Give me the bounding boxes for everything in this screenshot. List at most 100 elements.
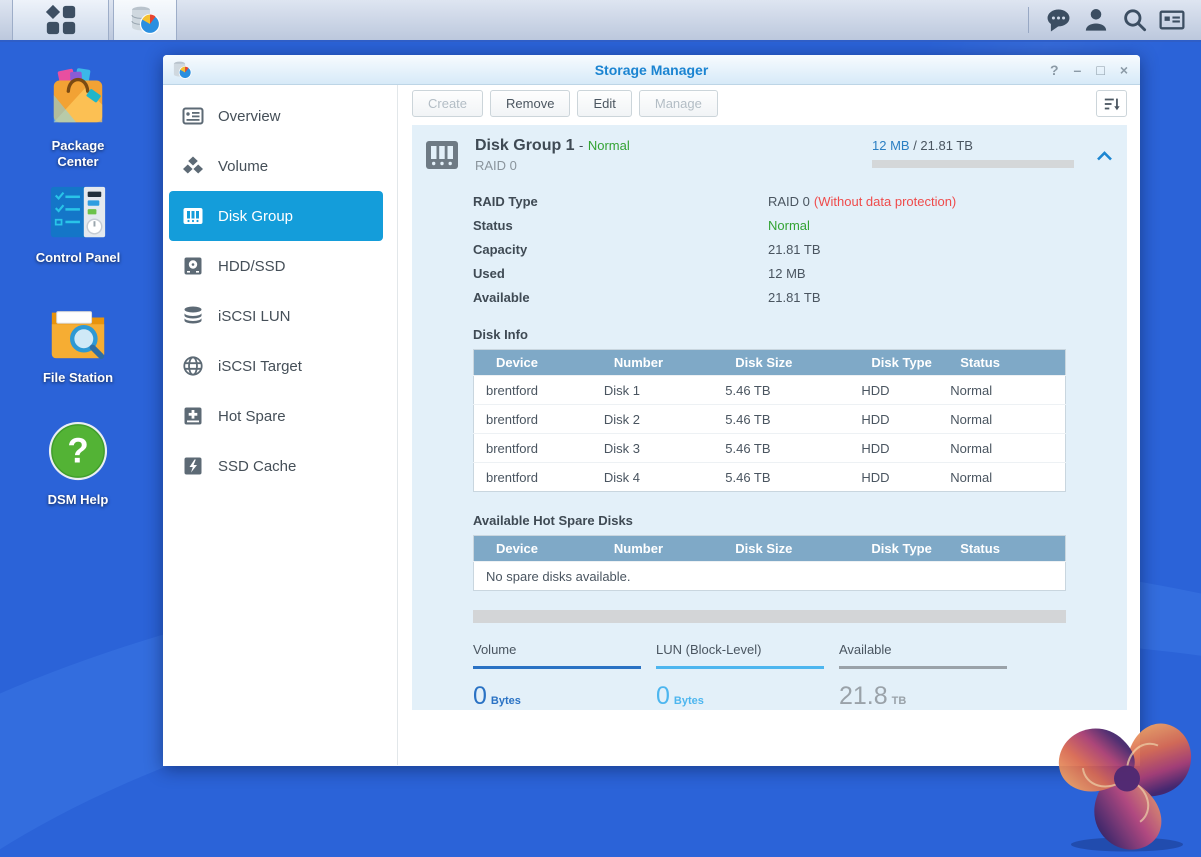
minimize-button[interactable]: – xyxy=(1074,63,1082,77)
desktop-icon-label: DSM Help xyxy=(30,492,126,508)
overview-icon xyxy=(182,105,204,127)
chevron-up-icon xyxy=(1096,150,1113,162)
search-icon xyxy=(1121,7,1148,34)
main-menu-icon xyxy=(44,3,78,37)
allocation-bar xyxy=(473,610,1066,623)
table-row[interactable]: brentford Disk 1 5.46 TB HDD Normal xyxy=(474,376,1066,405)
stat-underline xyxy=(473,666,641,669)
usage-total: 21.81 TB xyxy=(920,138,973,153)
kitguru-watermark xyxy=(1052,700,1201,857)
sidebar-item-label: Overview xyxy=(218,108,281,125)
manage-button[interactable]: Manage xyxy=(639,90,718,117)
sidebar-item-volume[interactable]: Volume xyxy=(169,141,383,191)
control-panel-icon xyxy=(47,184,109,240)
table-header-row: Device Number Disk Size Disk Type Status xyxy=(474,536,1066,562)
help-button[interactable]: ? xyxy=(1050,63,1059,77)
search-button[interactable] xyxy=(1115,0,1153,40)
pilot-view-button[interactable] xyxy=(1153,0,1191,40)
raid-warning: (Without data protection) xyxy=(814,194,956,209)
close-button[interactable]: × xyxy=(1120,63,1128,77)
sidebar-item-iscsi-target[interactable]: iSCSI Target xyxy=(169,341,383,391)
disk-group-icon xyxy=(182,205,204,227)
dsm-help-icon: ? xyxy=(47,420,109,482)
desktop-icon-package-center[interactable]: Package Center xyxy=(30,66,126,171)
table-row[interactable]: brentford Disk 2 5.46 TB HDD Normal xyxy=(474,405,1066,434)
desktop-icon-control-panel[interactable]: Control Panel xyxy=(30,184,126,266)
main-menu-button[interactable] xyxy=(12,0,109,40)
sidebar-item-label: HDD/SSD xyxy=(218,258,286,275)
sidebar-item-label: Volume xyxy=(218,158,268,175)
desktop-icon-label: Control Panel xyxy=(30,250,126,266)
desktop-icon-label: Package Center xyxy=(30,138,126,171)
no-spare-disks-message: No spare disks available. xyxy=(474,562,1066,591)
window-titlebar[interactable]: Storage Manager ? – □ × xyxy=(163,55,1140,85)
disk-group-status: Normal xyxy=(588,138,630,153)
sidebar-item-overview[interactable]: Overview xyxy=(169,91,383,141)
disk-group-details: RAID Type RAID 0 (Without data protectio… xyxy=(473,189,1066,309)
sidebar-item-label: iSCSI LUN xyxy=(218,308,291,325)
sidebar: Overview Volume xyxy=(163,85,398,765)
status-value: Normal xyxy=(768,218,810,233)
desktop-icon-dsm-help[interactable]: ? DSM Help xyxy=(30,420,126,508)
detail-row: Available 21.81 TB xyxy=(473,285,1066,309)
disk-info-title: Disk Info xyxy=(473,327,1066,342)
sidebar-item-label: Hot Spare xyxy=(218,408,286,425)
detail-row: Status Normal xyxy=(473,213,1066,237)
sidebar-item-ssd-cache[interactable]: SSD Cache xyxy=(169,441,383,491)
disk-info-table: Device Number Disk Size Disk Type Status… xyxy=(473,349,1066,492)
remove-button[interactable]: Remove xyxy=(490,90,570,117)
iscsi-target-icon xyxy=(182,355,204,377)
stat-underline xyxy=(656,666,824,669)
storage-manager-task-button[interactable] xyxy=(113,0,177,40)
taskbar-divider xyxy=(1028,7,1029,33)
user-icon xyxy=(1083,7,1109,33)
maximize-button[interactable]: □ xyxy=(1096,63,1104,77)
storage-manager-icon xyxy=(172,60,192,80)
disk-group-header[interactable]: Disk Group 1 - Normal RAID 0 12 MB / 21.… xyxy=(412,137,1127,173)
desktop-icon-file-station[interactable]: File Station xyxy=(30,302,126,386)
create-button[interactable]: Create xyxy=(412,90,483,117)
disk-group-raid-type: RAID 0 xyxy=(475,158,630,173)
notifications-button[interactable] xyxy=(1039,0,1077,40)
taskbar-tray xyxy=(1028,0,1201,40)
edit-button[interactable]: Edit xyxy=(577,90,631,117)
disk-group-title: Disk Group 1 xyxy=(475,137,575,154)
sort-button[interactable] xyxy=(1096,90,1127,117)
window-title: Storage Manager xyxy=(163,62,1140,78)
hot-spare-table: Device Number Disk Size Disk Type Status… xyxy=(473,535,1066,591)
sidebar-item-hdd-ssd[interactable]: HDD/SSD xyxy=(169,241,383,291)
sidebar-item-hot-spare[interactable]: Hot Spare xyxy=(169,391,383,441)
sidebar-item-disk-group[interactable]: Disk Group xyxy=(169,191,383,241)
usage-bar xyxy=(872,160,1074,168)
allocation-stats: Volume 0Bytes LUN (Block-Level) 0Bytes A… xyxy=(473,642,1066,711)
stat-available: Available 21.8TB xyxy=(839,642,1007,711)
notifications-icon xyxy=(1045,7,1072,34)
collapse-button[interactable] xyxy=(1096,149,1113,167)
sort-icon xyxy=(1103,95,1121,113)
empty-row: No spare disks available. xyxy=(474,562,1066,591)
disk-group-bays-icon xyxy=(424,137,460,173)
detail-row: Used 12 MB xyxy=(473,261,1066,285)
table-header-row: Device Number Disk Size Disk Type Status xyxy=(474,350,1066,376)
user-menu-button[interactable] xyxy=(1077,0,1115,40)
pilot-view-icon xyxy=(1158,6,1186,34)
content-area: Create Remove Edit Manage xyxy=(398,85,1140,765)
detail-row: RAID Type RAID 0 (Without data protectio… xyxy=(473,189,1066,213)
window-controls: ? – □ × xyxy=(1050,55,1128,85)
detail-row: Capacity 21.81 TB xyxy=(473,237,1066,261)
disk-group-panel: Disk Group 1 - Normal RAID 0 12 MB / 21.… xyxy=(412,125,1127,710)
sidebar-item-label: iSCSI Target xyxy=(218,358,302,375)
svg-text:?: ? xyxy=(67,432,88,471)
stat-underline xyxy=(839,666,1007,669)
desktop: Package Center Control Panel Fil xyxy=(0,0,1201,857)
sidebar-item-label: Disk Group xyxy=(218,208,293,225)
hot-spare-title: Available Hot Spare Disks xyxy=(473,513,1066,528)
file-station-icon xyxy=(47,302,109,360)
disk-group-title-block: Disk Group 1 - Normal RAID 0 xyxy=(475,137,630,173)
sidebar-item-iscsi-lun[interactable]: iSCSI LUN xyxy=(169,291,383,341)
table-row[interactable]: brentford Disk 4 5.46 TB HDD Normal xyxy=(474,463,1066,492)
storage-manager-window: Storage Manager ? – □ × xyxy=(163,55,1140,766)
storage-manager-icon xyxy=(129,4,161,36)
stat-volume: Volume 0Bytes xyxy=(473,642,641,711)
table-row[interactable]: brentford Disk 3 5.46 TB HDD Normal xyxy=(474,434,1066,463)
